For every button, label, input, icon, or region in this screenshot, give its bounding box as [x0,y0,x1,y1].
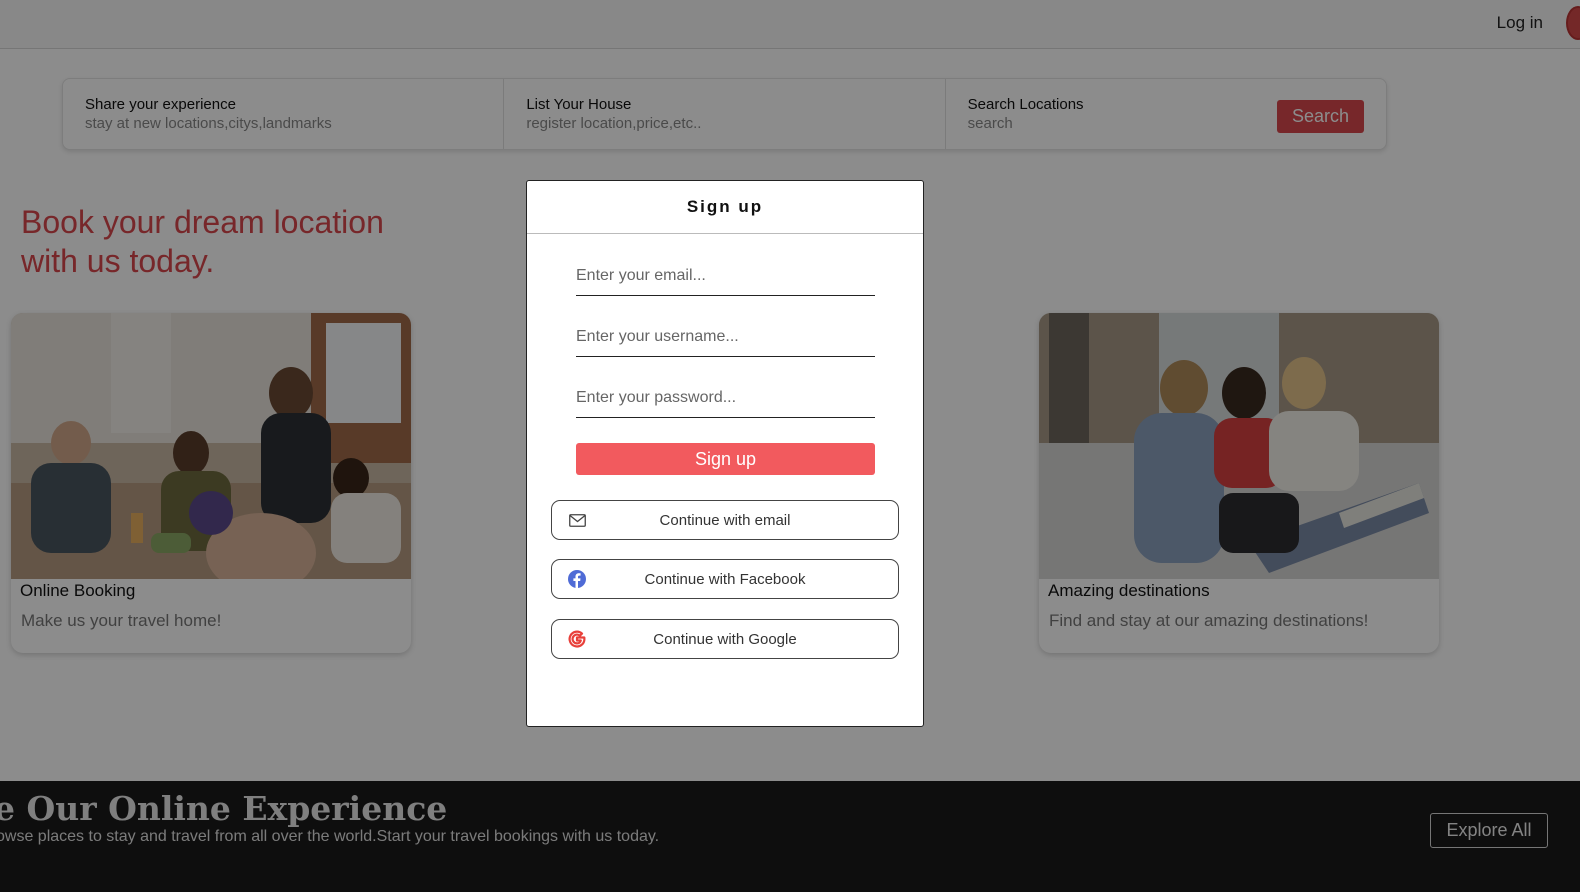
continue-with-facebook-label: Continue with Facebook [644,570,806,588]
username-field[interactable] [576,317,875,357]
modal-header: Sign up [527,181,923,234]
google-icon [568,630,586,648]
continue-with-facebook-button[interactable]: Continue with Facebook [551,559,899,599]
password-field[interactable] [576,378,875,418]
signup-button[interactable]: Sign up [576,443,875,475]
modal-title: Sign up [686,197,764,216]
signup-modal: Sign up Sign up Continue with email Cont… [526,180,924,727]
email-field[interactable] [576,256,875,296]
continue-with-email-label: Continue with email [659,511,791,529]
facebook-icon [568,570,586,588]
continue-with-google-button[interactable]: Continue with Google [551,619,899,659]
mail-icon [568,511,586,529]
continue-with-email-button[interactable]: Continue with email [551,500,899,540]
continue-with-google-label: Continue with Google [653,630,797,648]
